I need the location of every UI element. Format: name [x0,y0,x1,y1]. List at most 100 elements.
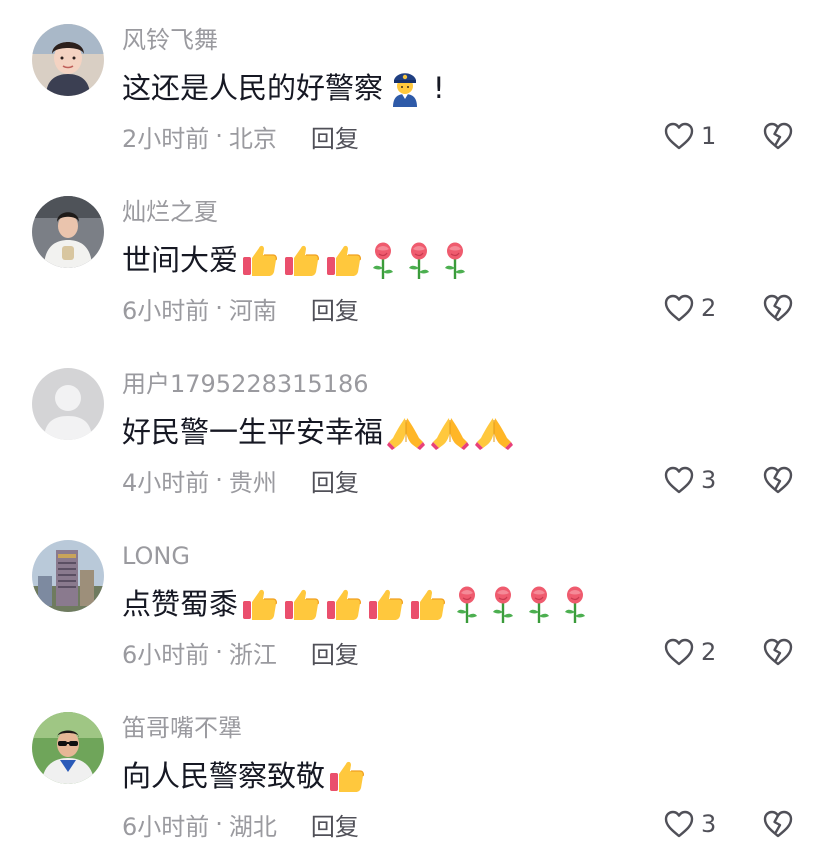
comment-list: 风铃飞舞 这还是人民的好警察! 2小时前 · 北京 回复 1 灿烂之夏 世间大爱 6小时前 · 河南回… [0,0,828,854]
timestamp: 2小时前 [122,124,210,153]
like-button[interactable]: 3 [663,806,716,842]
rose-emoji [493,586,514,623]
emoji-group: ! [383,67,445,109]
reply-button[interactable]: 回复 [311,635,359,670]
timestamp: 6小时前 [122,296,210,325]
separator-dot: · [215,294,223,322]
like-count: 3 [701,810,717,838]
location: 北京 [228,124,277,153]
rose-emoji [565,586,586,623]
heart-icon [664,638,694,666]
comment-text: 点赞蜀黍 [122,587,239,621]
like-button[interactable]: 2 [663,634,716,670]
comment-meta: 4小时前 · 贵州 回复 [122,462,359,498]
avatar[interactable] [32,196,104,268]
emoji-group [238,240,472,280]
emoji-group [238,584,592,624]
comment-body: 好民警一生平安幸福 [122,408,515,456]
separator-dot: · [215,638,223,666]
dislike-button[interactable] [760,806,796,842]
username[interactable]: 灿烂之夏 [122,196,218,228]
heart-icon [664,122,694,150]
thumbs-up-emoji [327,589,361,620]
reply-button[interactable]: 回复 [311,463,359,498]
broken-heart-icon [763,122,793,150]
avatar[interactable] [32,368,104,440]
timestamp: 6小时前 [122,812,210,841]
exclamation-mark: ! [433,71,445,105]
separator-dot: · [215,810,223,838]
avatar[interactable] [32,712,104,784]
separator-dot: · [215,122,223,150]
heart-icon [664,810,694,838]
heart-icon [664,466,694,494]
comment-text: 世间大爱 [122,243,239,277]
like-count: 2 [701,294,717,322]
thumbs-up-emoji [243,589,277,620]
reply-button[interactable]: 回复 [311,119,359,154]
comment-item: 用户1795228315186 好民警一生平安幸福 4小时前 · 贵州 回复 3 [0,344,828,516]
comment-item: 风铃飞舞这还是人民的好警察! 2小时前 · 北京 回复 1 [0,0,828,172]
comment-item: 笛哥嘴不犟向人民警察致敬 6小时前 · 湖北 回复 3 [0,688,828,860]
rose-emoji [529,586,550,623]
emoji-group [325,756,367,796]
separator-dot: · [215,466,223,494]
dislike-button[interactable] [760,118,796,154]
broken-heart-icon [763,466,793,494]
heart-icon [664,294,694,322]
rose-emoji [373,242,394,279]
thumbs-up-emoji [327,245,361,276]
rose-emoji [445,242,466,279]
reply-button[interactable]: 回复 [311,291,359,326]
location: 贵州 [228,468,277,497]
comment-meta: 6小时前 · 河南 回复 [122,290,359,326]
comment-meta: 6小时前 · 浙江 回复 [122,634,359,670]
username[interactable]: 笛哥嘴不犟 [122,712,242,744]
like-count: 3 [701,466,717,494]
broken-heart-icon [763,638,793,666]
comment-item: LONG 点赞蜀黍 6小时前 · 浙江 回复 2 [0,516,828,688]
username[interactable]: LONG [122,540,190,572]
like-count: 2 [701,638,717,666]
timestamp: 6小时前 [122,640,210,669]
thumbs-up-emoji [330,761,364,792]
thumbs-up-emoji [285,589,319,620]
thumbs-up-emoji [243,245,277,276]
timestamp: 4小时前 [122,468,210,497]
comment-body: 向人民警察致敬 [122,752,367,800]
folded-hands-emoji [475,418,514,450]
comment-item: 灿烂之夏世间大爱 6小时前 · 河南 回复 2 [0,172,828,344]
reply-button[interactable]: 回复 [311,807,359,842]
rose-emoji [409,242,430,279]
rose-emoji [457,586,478,623]
location: 河南 [228,296,277,325]
like-count: 1 [701,122,717,150]
comment-meta: 2小时前 · 北京 回复 [122,118,359,154]
broken-heart-icon [763,810,793,838]
location: 湖北 [228,812,277,841]
comment-text: 这还是人民的好警察 [122,71,384,105]
username[interactable]: 用户1795228315186 [122,368,369,400]
like-button[interactable]: 1 [663,118,716,154]
thumbs-up-emoji [369,589,403,620]
police-officer-emoji [393,73,418,107]
comment-body: 这还是人民的好警察! [122,64,445,112]
thumbs-up-emoji [411,589,445,620]
comment-body: 世间大爱 [122,236,472,284]
folded-hands-emoji [387,418,426,450]
thumbs-up-emoji [285,245,319,276]
folded-hands-emoji [431,418,470,450]
dislike-button[interactable] [760,290,796,326]
dislike-button[interactable] [760,634,796,670]
username[interactable]: 风铃飞舞 [122,24,218,56]
comment-body: 点赞蜀黍 [122,580,592,628]
broken-heart-icon [763,294,793,322]
dislike-button[interactable] [760,462,796,498]
avatar[interactable] [32,24,104,96]
location: 浙江 [228,640,277,669]
like-button[interactable]: 3 [663,462,716,498]
comment-meta: 6小时前 · 湖北 回复 [122,806,359,842]
comment-text: 好民警一生平安幸福 [122,415,384,449]
like-button[interactable]: 2 [663,290,716,326]
avatar[interactable] [32,540,104,612]
